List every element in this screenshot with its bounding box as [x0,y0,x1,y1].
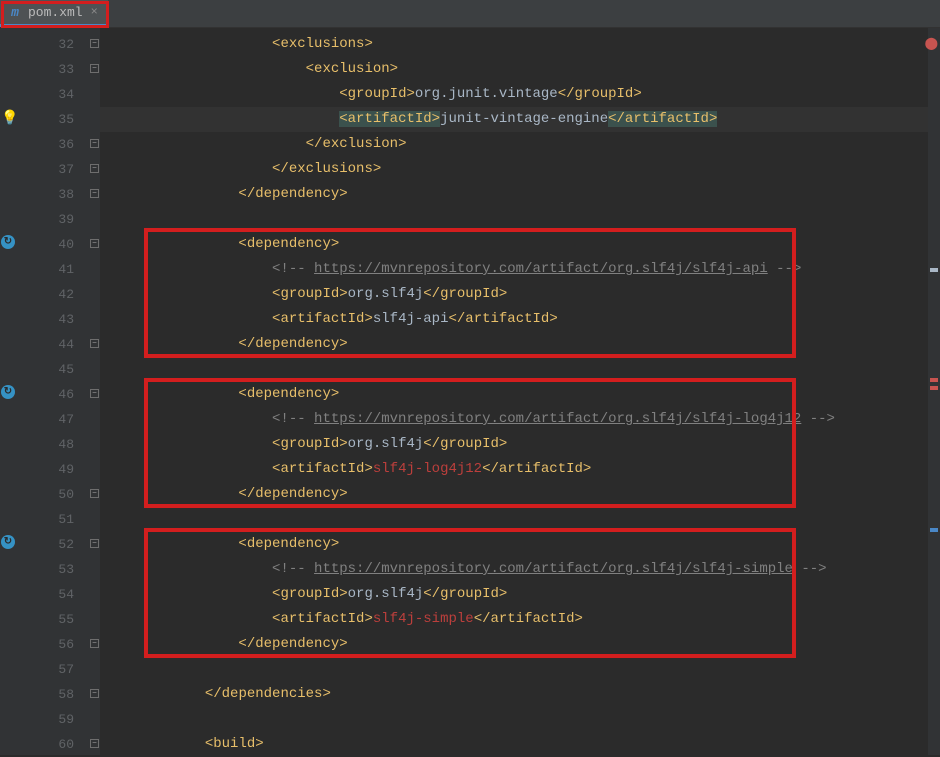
code-line: <groupId>org.junit.vintage</groupId> [100,82,940,107]
reload-icon[interactable]: ↻ [1,235,17,251]
code-line: <!-- https://mvnrepository.com/artifact/… [100,257,940,282]
line-number: 55 [18,607,88,632]
code-line: </dependencies> [100,682,940,707]
line-number: 50 [18,482,88,507]
line-number: 34 [18,82,88,107]
fold-toggle[interactable]: − [90,239,99,248]
line-number: 46 [18,382,88,407]
lightbulb-icon[interactable]: 💡 [1,110,17,126]
code-line [100,657,940,682]
fold-column: − − − − − − − − − − − − − [88,28,100,755]
fold-toggle[interactable]: − [90,739,99,748]
fold-toggle[interactable]: − [90,139,99,148]
code-line: </dependency> [100,482,940,507]
gutter-icons: 💡 ↻ ↻ ↻ [0,28,18,755]
code-line: <artifactId>junit-vintage-engine</artifa… [100,107,940,132]
tab-label: pom.xml [28,5,83,20]
fold-toggle[interactable]: − [90,164,99,173]
line-number: 58 [18,682,88,707]
line-number: 35 [18,107,88,132]
line-number: 40 [18,232,88,257]
line-number: 60 [18,732,88,757]
code-line: </dependency> [100,182,940,207]
code-line: <artifactId>slf4j-simple</artifactId> [100,607,940,632]
stripe-mark[interactable] [930,268,938,272]
code-line: <exclusion> [100,57,940,82]
code-line: <exclusions> [100,32,940,57]
line-number: 47 [18,407,88,432]
line-number: 59 [18,707,88,732]
tab-pom-xml[interactable]: m pom.xml × [0,0,108,27]
code-area[interactable]: <exclusions> <exclusion> <groupId>org.ju… [100,28,940,755]
line-number: 48 [18,432,88,457]
code-editor[interactable]: 💡 ↻ ↻ ↻ 32 33 34 35 36 37 38 39 40 41 42… [0,28,940,755]
error-icon: ⬤ [925,36,938,51]
line-number: 41 [18,257,88,282]
code-line: <groupId>org.slf4j</groupId> [100,282,940,307]
fold-toggle[interactable]: − [90,639,99,648]
fold-toggle[interactable]: − [90,64,99,73]
tab-bar: m pom.xml × [0,0,940,28]
code-line: </dependency> [100,632,940,657]
line-number: 56 [18,632,88,657]
line-number: 42 [18,282,88,307]
close-icon[interactable]: × [89,5,100,19]
fold-toggle[interactable]: − [90,539,99,548]
line-number: 49 [18,457,88,482]
code-line: <!-- https://mvnrepository.com/artifact/… [100,557,940,582]
fold-toggle[interactable]: − [90,689,99,698]
fold-toggle[interactable]: − [90,489,99,498]
code-line: <build> [100,732,940,755]
stripe-mark[interactable] [930,386,938,390]
code-line: </exclusions> [100,157,940,182]
fold-toggle[interactable]: − [90,389,99,398]
line-number: 33 [18,57,88,82]
line-number: 39 [18,207,88,232]
reload-icon[interactable]: ↻ [1,535,17,551]
line-number: 32 [18,32,88,57]
code-line [100,507,940,532]
code-line: <dependency> [100,382,940,407]
line-number: 54 [18,582,88,607]
code-line: <dependency> [100,232,940,257]
code-line: <groupId>org.slf4j</groupId> [100,432,940,457]
stripe-mark[interactable] [930,378,938,382]
error-stripe[interactable]: ⬤ [928,28,940,755]
line-number: 44 [18,332,88,357]
code-line: </dependency> [100,332,940,357]
line-number-gutter: 32 33 34 35 36 37 38 39 40 41 42 43 44 4… [18,28,88,755]
code-line [100,207,940,232]
code-line: <!-- https://mvnrepository.com/artifact/… [100,407,940,432]
line-number: 38 [18,182,88,207]
line-number: 53 [18,557,88,582]
code-line: <artifactId>slf4j-log4j12</artifactId> [100,457,940,482]
reload-icon[interactable]: ↻ [1,385,17,401]
fold-toggle[interactable]: − [90,189,99,198]
line-number: 36 [18,132,88,157]
code-line: <groupId>org.slf4j</groupId> [100,582,940,607]
fold-toggle[interactable]: − [90,39,99,48]
maven-icon: m [8,5,22,19]
code-line [100,357,940,382]
code-line [100,707,940,732]
line-number: 52 [18,532,88,557]
line-number: 37 [18,157,88,182]
code-line: <dependency> [100,532,940,557]
line-number: 43 [18,307,88,332]
line-number: 57 [18,657,88,682]
code-line: <artifactId>slf4j-api</artifactId> [100,307,940,332]
line-number: 45 [18,357,88,382]
line-number: 51 [18,507,88,532]
fold-toggle[interactable]: − [90,339,99,348]
code-line: </exclusion> [100,132,940,157]
stripe-mark[interactable] [930,528,938,532]
